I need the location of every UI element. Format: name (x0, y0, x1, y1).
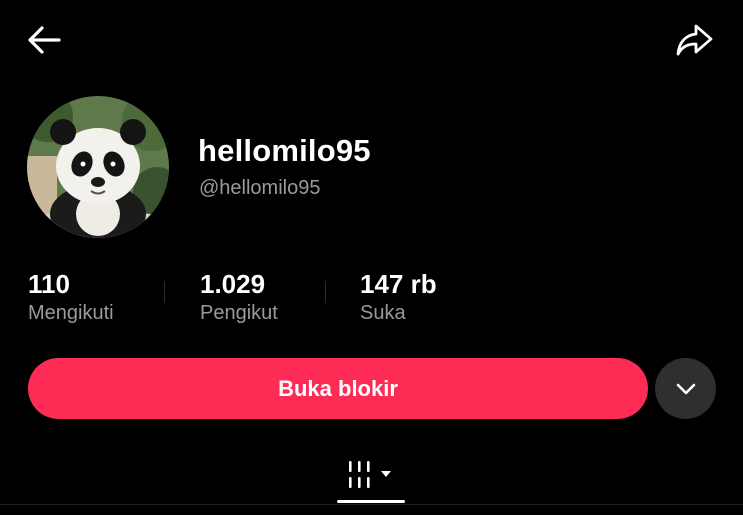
unblock-button[interactable]: Buka blokir (28, 358, 648, 419)
back-button[interactable] (22, 20, 66, 60)
avatar[interactable] (27, 96, 169, 238)
share-arrow-icon (676, 24, 713, 56)
tab-videos[interactable] (336, 448, 406, 502)
stat-followers[interactable]: 1.029 Pengikut (200, 268, 278, 326)
likes-count: 147 rb (360, 269, 437, 299)
tabs-divider (0, 504, 743, 505)
chevron-down-icon (676, 383, 695, 394)
display-name: hellomilo95 (198, 133, 371, 168)
more-options-button[interactable] (655, 358, 716, 419)
following-count: 110 (28, 269, 70, 299)
panda-avatar (27, 96, 169, 238)
likes-label: Suka (360, 302, 406, 324)
arrow-left-icon (28, 26, 61, 54)
followers-label: Pengikut (200, 302, 278, 324)
share-button[interactable] (672, 20, 716, 60)
caret-down-icon (381, 471, 391, 477)
username-handle: @hellomilo95 (199, 177, 321, 199)
active-tab-indicator (337, 500, 405, 503)
following-label: Mengikuti (28, 302, 114, 324)
stat-divider (325, 281, 326, 303)
unblock-label: Buka blokir (278, 375, 398, 401)
followers-count: 1.029 (200, 269, 266, 299)
stat-likes[interactable]: 147 rb Suka (360, 268, 437, 326)
stat-following[interactable]: 110 Mengikuti (28, 268, 114, 326)
stat-divider (164, 281, 165, 303)
videos-grid-icon (349, 461, 391, 488)
